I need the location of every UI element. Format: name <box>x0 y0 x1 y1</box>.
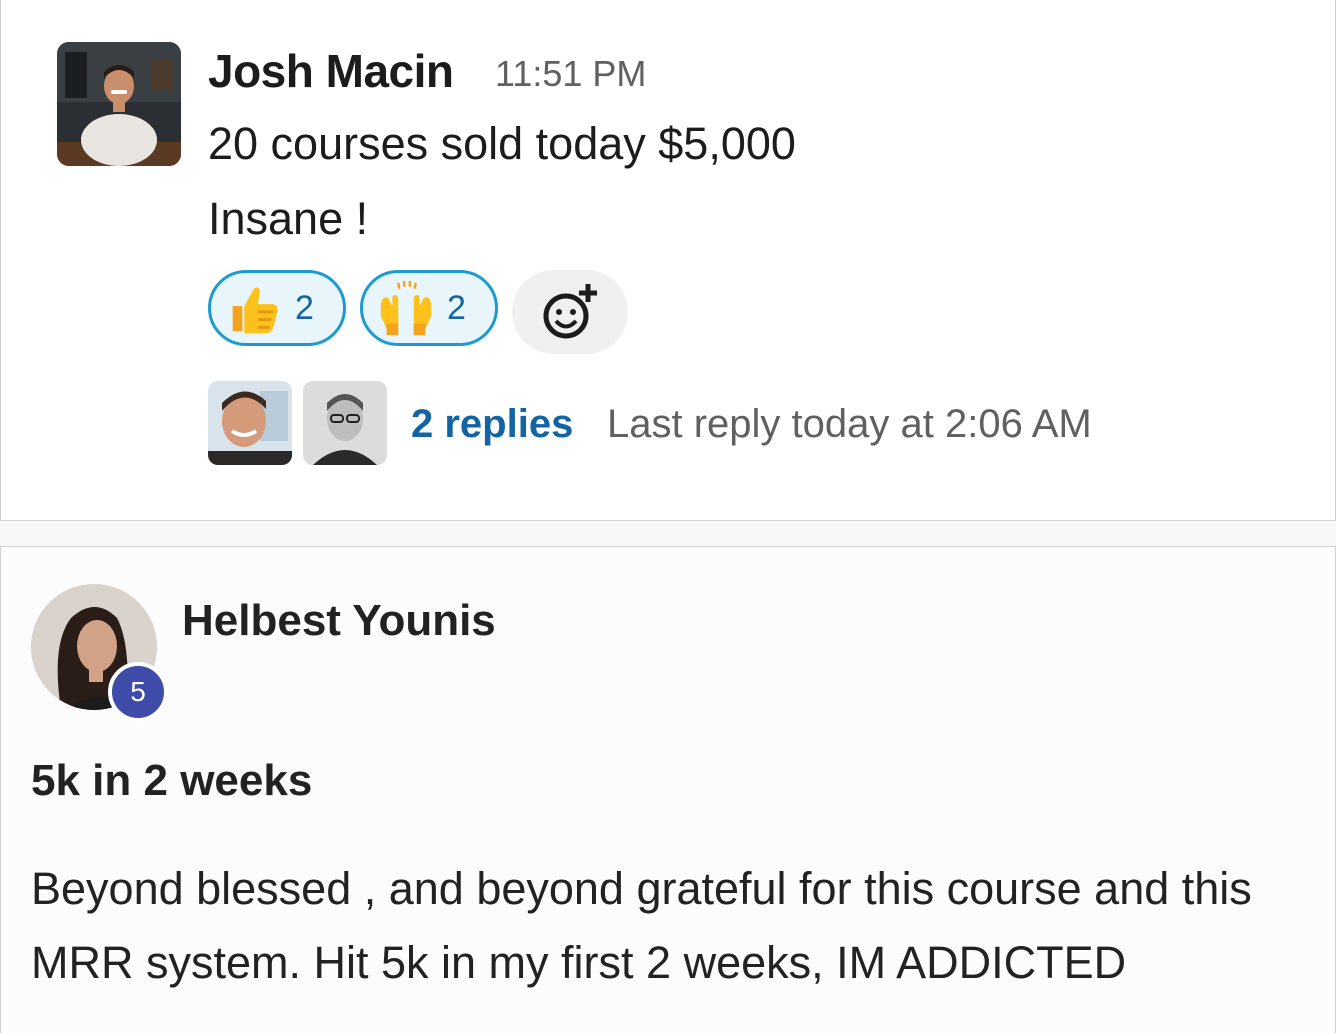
card-separator <box>0 521 1336 547</box>
replier-avatar[interactable] <box>303 381 387 465</box>
message-text-line: Insane ! <box>208 193 369 244</box>
raised-hands-icon <box>380 280 432 336</box>
message-timestamp[interactable]: 11:51 PM <box>495 53 646 95</box>
reaction-thumbs-up[interactable]: 2 <box>208 270 346 346</box>
replier-avatar[interactable] <box>208 381 292 465</box>
thread-replies-link[interactable]: 2 replies <box>411 402 573 447</box>
reaction-count: 2 <box>295 288 314 327</box>
post-title[interactable]: 5k in 2 weeks <box>31 756 312 806</box>
last-reply-time: Last reply today at 2:06 AM <box>607 402 1092 446</box>
add-reaction-icon <box>543 284 597 339</box>
reaction-raised-hands[interactable]: 2 <box>360 270 498 346</box>
add-reaction-button[interactable] <box>512 270 628 354</box>
message-text-line: 20 courses sold today $5,000 <box>208 118 796 169</box>
reaction-count: 2 <box>447 288 466 327</box>
thumbs-up-icon <box>232 287 278 334</box>
level-badge: 5 <box>108 662 168 722</box>
author-name[interactable]: Josh Macin <box>208 44 454 98</box>
slack-message-card: Josh Macin 11:51 PM 20 courses sold toda… <box>0 0 1336 521</box>
post-author-name[interactable]: Helbest Younis <box>182 596 496 646</box>
author-avatar[interactable] <box>57 42 181 166</box>
post-body: Beyond blessed , and beyond grateful for… <box>31 863 1252 988</box>
